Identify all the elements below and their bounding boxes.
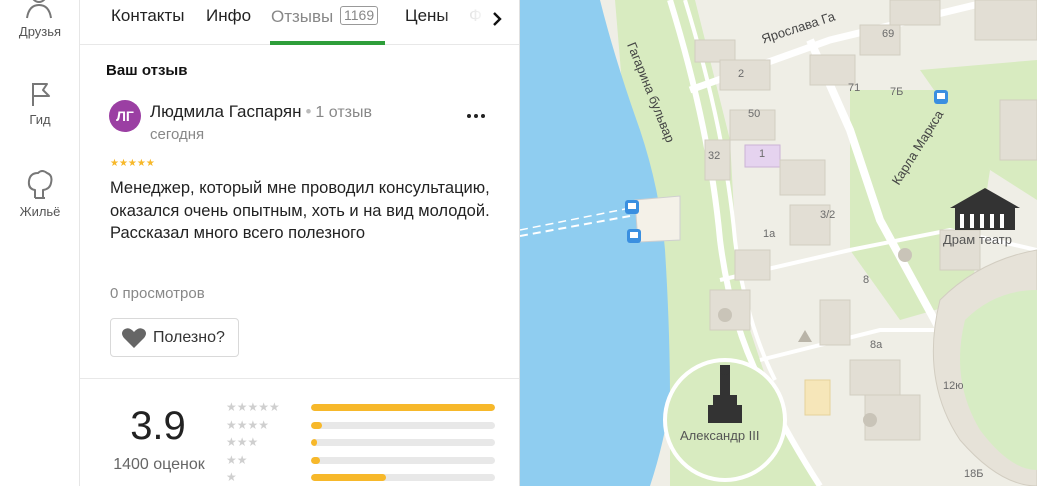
review-author: Людмила Гаспарян • 1 отзыв <box>150 102 372 122</box>
building <box>849 359 901 396</box>
building <box>719 59 771 91</box>
review-text: Менеджер, который мне проводил консульта… <box>110 179 490 243</box>
distribution-stars: ★★★★ <box>226 418 270 432</box>
distribution-bar-track <box>311 457 495 464</box>
review-stars: ★★★★★ <box>110 158 155 169</box>
distribution-stars: ★ <box>226 470 237 484</box>
map[interactable]: Гагарина бульвар Ярослава Га Карла Маркс… <box>520 0 1037 486</box>
bus-stop-icon[interactable] <box>934 90 948 104</box>
distribution-bar-fill <box>311 439 317 446</box>
house-number: 1а <box>763 228 776 240</box>
house-number: 71 <box>848 82 861 94</box>
building <box>999 99 1037 161</box>
poi-label-monument[interactable]: Александр III <box>680 428 760 443</box>
house-number: 18Б <box>964 468 984 480</box>
heart-icon <box>122 327 146 348</box>
rating-value: 3.9 <box>130 404 186 448</box>
review-views: 0 просмотров <box>110 285 205 302</box>
distribution-bar-fill <box>311 404 495 411</box>
review-date: сегодня <box>150 126 205 143</box>
house-number: 50 <box>748 108 761 120</box>
rail-label-guide: Гид <box>29 112 51 127</box>
friends-icon <box>26 0 52 19</box>
distribution-bar-track <box>311 474 495 481</box>
separator-dot: • <box>305 102 312 121</box>
author-review-count: 1 отзыв <box>315 104 372 121</box>
bus-stop-icon[interactable] <box>625 200 639 214</box>
review-menu-button[interactable] <box>466 106 486 126</box>
chevron-right-icon <box>493 12 502 26</box>
distribution-bar-track <box>311 439 495 446</box>
rating-distribution-row: ★★ <box>226 453 506 468</box>
section-divider <box>80 378 519 379</box>
active-tab-indicator <box>270 41 385 45</box>
tabs-next-button[interactable] <box>482 4 512 34</box>
house-number: 8 <box>863 274 870 286</box>
author-name[interactable]: Людмила Гаспарян <box>150 102 301 121</box>
house-number: 32 <box>708 150 721 162</box>
distribution-stars: ★★★★★ <box>226 400 280 414</box>
tab-reviews-label: Отзывы <box>271 7 334 26</box>
rail-item-housing[interactable]: Жильё <box>0 168 80 219</box>
tree-house-icon <box>27 170 53 199</box>
rail-label-friends: Друзья <box>18 24 62 39</box>
tab-reviews[interactable]: Отзывы 1169 <box>271 6 379 27</box>
poi-pin-icon[interactable] <box>718 308 732 322</box>
distribution-bar-track <box>311 404 495 411</box>
bus-stop-icon[interactable] <box>627 229 641 243</box>
house-number: 3/2 <box>820 209 836 221</box>
org-panel: Контакты Инфо Отзывы 1169 Цены Ф Ваш отз… <box>80 0 520 486</box>
house-number: 12ю <box>943 380 964 392</box>
house-number: 1 <box>759 148 766 160</box>
poi-label-theatre[interactable]: Драм театр <box>943 232 1012 247</box>
useful-label: Полезно? <box>153 328 225 346</box>
building <box>709 289 751 331</box>
rating-distribution-row: ★★★ <box>226 435 506 450</box>
house-number: 2 <box>738 68 745 80</box>
rail-item-guide[interactable]: Гид <box>0 80 80 127</box>
more-dots-icon <box>467 114 485 118</box>
building <box>889 0 941 26</box>
poi-pin-icon[interactable] <box>863 413 877 427</box>
building-yellow <box>804 379 831 416</box>
avatar[interactable]: ЛГ <box>109 100 141 132</box>
rail-label-housing: Жильё <box>19 204 61 219</box>
house-number: 7Б <box>890 86 904 98</box>
rating-count: 1400 оценок <box>113 456 205 473</box>
rating-distribution-row: ★★★★★ <box>226 400 506 415</box>
useful-button[interactable]: Полезно? <box>110 318 239 357</box>
building <box>974 0 1037 41</box>
tab-contacts[interactable]: Контакты <box>111 6 184 26</box>
distribution-bar-track <box>311 422 495 429</box>
reviews-count-badge: 1169 <box>340 6 379 25</box>
tab-bar: Контакты Инфо Отзывы 1169 Цены Ф <box>80 0 519 45</box>
building <box>734 249 771 281</box>
distribution-bar-fill <box>311 457 320 464</box>
building <box>819 299 851 346</box>
poi-pin-icon[interactable] <box>898 248 912 262</box>
rating-distribution-row: ★★★★ <box>226 418 506 433</box>
flag-icon <box>32 83 50 106</box>
tab-info[interactable]: Инфо <box>206 6 251 26</box>
your-review-title: Ваш отзыв <box>106 62 188 79</box>
pier <box>634 195 681 243</box>
house-number: 69 <box>882 28 895 40</box>
distribution-bar-fill <box>311 422 322 429</box>
building <box>694 39 736 63</box>
rail-item-friends[interactable]: Друзья <box>0 0 80 39</box>
distribution-bar-fill <box>311 474 386 481</box>
distribution-stars: ★★ <box>226 453 248 467</box>
left-rail: Друзья Гид Жильё <box>0 0 80 486</box>
house-number: 8а <box>870 339 883 351</box>
distribution-stars: ★★★ <box>226 435 259 449</box>
building <box>809 54 856 86</box>
rating-distribution-row: ★ <box>226 470 506 485</box>
building <box>779 159 826 196</box>
